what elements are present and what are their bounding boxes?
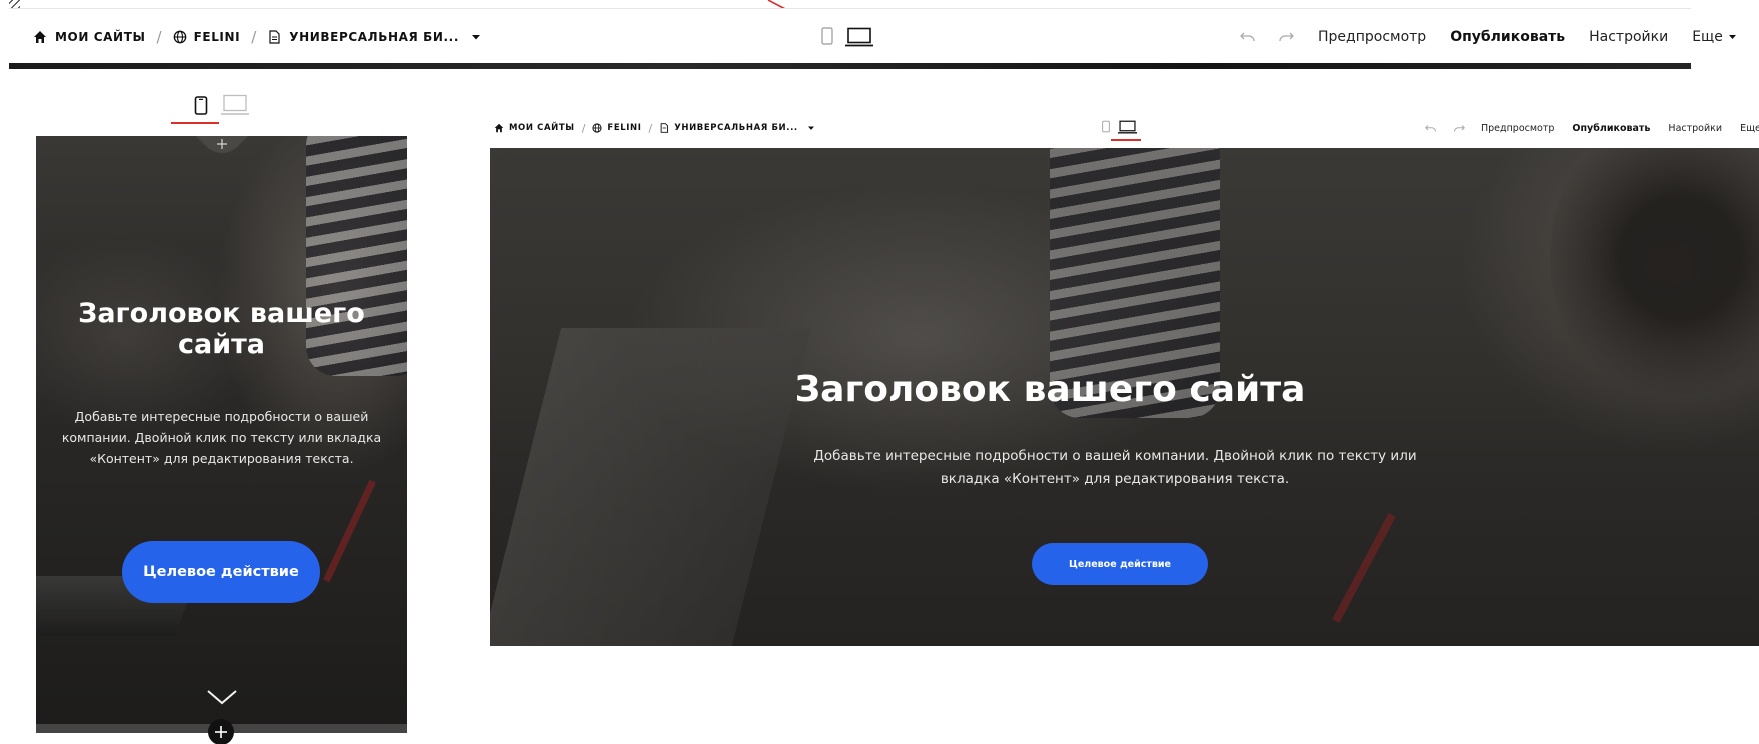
- add-section-bottom-icon[interactable]: [206, 718, 236, 744]
- background-hair: [1550, 148, 1759, 408]
- breadcrumb-my-sites[interactable]: МОИ САЙТЫ: [494, 123, 575, 133]
- redo-icon[interactable]: [1278, 31, 1294, 43]
- breadcrumb-label: МОИ САЙТЫ: [55, 29, 146, 44]
- active-device-indicator: [171, 122, 219, 124]
- chevron-down-icon: [1728, 34, 1736, 39]
- undo-icon[interactable]: [1425, 124, 1437, 133]
- desktop-site-preview: Заголовок вашего сайта Добавьте интересн…: [490, 148, 1759, 646]
- page-icon: [660, 123, 669, 133]
- background-pen: [323, 479, 376, 583]
- mobile-view-icon[interactable]: [821, 27, 833, 45]
- more-button[interactable]: Еще: [1740, 123, 1759, 134]
- mobile-view-icon[interactable]: [194, 96, 208, 115]
- home-icon: [494, 123, 504, 133]
- hero-description[interactable]: Добавьте интересные подробности о вашей …: [50, 406, 393, 469]
- breadcrumb-separator: /: [156, 27, 162, 46]
- settings-button[interactable]: Настройки: [1589, 29, 1668, 45]
- breadcrumb-label: УНИВЕРСАЛЬНАЯ БИ...: [289, 29, 459, 44]
- site-preview-edge: [9, 63, 1691, 69]
- publish-button[interactable]: Опубликовать: [1450, 29, 1565, 45]
- cta-button[interactable]: Целевое действие: [122, 541, 320, 603]
- cta-button[interactable]: Целевое действие: [1032, 543, 1208, 585]
- mobile-site-preview: Заголовок вашего сайта Добавьте интересн…: [36, 136, 407, 733]
- breadcrumb-site[interactable]: FELINI: [173, 30, 241, 44]
- globe-icon: [592, 123, 602, 133]
- breadcrumb-page[interactable]: УНИВЕРСАЛЬНАЯ БИ...: [659, 123, 815, 133]
- editor-toolbar: МОИ САЙТЫ / FELINI / УНИВЕРСАЛЬНАЯ БИ...…: [9, 8, 1736, 64]
- breadcrumb-label: FELINI: [193, 29, 241, 44]
- desktop-view-icon[interactable]: [221, 94, 249, 116]
- desktop-view-icon[interactable]: [1118, 120, 1137, 134]
- redo-icon[interactable]: [1453, 124, 1465, 133]
- hero-description[interactable]: Добавьте интересные подробности о вашей …: [785, 445, 1445, 491]
- hero-title[interactable]: Заголовок вашего сайта: [76, 298, 367, 360]
- breadcrumb-separator: /: [581, 121, 586, 135]
- desktop-editor-toolbar: МОИ САЙТЫ / FELINI / УНИВЕРСАЛЬНАЯ БИ...…: [490, 112, 1759, 144]
- add-section-top-icon[interactable]: [196, 136, 248, 156]
- breadcrumb-site[interactable]: FELINI: [592, 123, 641, 133]
- globe-icon: [173, 30, 186, 43]
- breadcrumb-label: FELINI: [607, 123, 642, 133]
- preview-button[interactable]: Предпросмотр: [1318, 29, 1426, 45]
- breadcrumb-my-sites[interactable]: МОИ САЙТЫ: [33, 30, 146, 44]
- breadcrumb: МОИ САЙТЫ / FELINI / УНИВЕРСАЛЬНАЯ БИ...: [33, 9, 481, 64]
- toolbar-actions: Предпросмотр Опубликовать Настройки Еще: [1240, 9, 1737, 64]
- breadcrumb-separator: /: [251, 27, 257, 46]
- breadcrumb-label: УНИВЕРСАЛЬНАЯ БИ...: [674, 123, 798, 133]
- chevron-down-icon[interactable]: [471, 33, 481, 41]
- page-icon: [269, 29, 280, 44]
- active-device-indicator: [1111, 139, 1141, 141]
- home-icon: [34, 30, 46, 43]
- settings-button[interactable]: Настройки: [1668, 123, 1722, 134]
- hero-title[interactable]: Заголовок вашего сайта: [720, 368, 1380, 412]
- preview-button[interactable]: Предпросмотр: [1481, 123, 1554, 134]
- chevron-down-icon[interactable]: [807, 125, 815, 131]
- undo-icon[interactable]: [1240, 31, 1256, 43]
- breadcrumb-page[interactable]: УНИВЕРСАЛЬНАЯ БИ...: [267, 30, 481, 44]
- more-button[interactable]: Еще: [1692, 29, 1723, 45]
- toolbar-actions: Предпросмотр Опубликовать Настройки Еще: [1425, 112, 1759, 144]
- scroll-down-chevron-icon[interactable]: [206, 688, 238, 706]
- breadcrumb: МОИ САЙТЫ / FELINI / УНИВЕРСАЛЬНАЯ БИ...: [494, 112, 815, 144]
- desktop-view-icon[interactable]: [845, 27, 873, 47]
- mobile-view-icon[interactable]: [1102, 120, 1110, 133]
- background-pen: [1332, 513, 1396, 623]
- breadcrumb-label: МОИ САЙТЫ: [509, 123, 575, 133]
- publish-button[interactable]: Опубликовать: [1572, 123, 1650, 134]
- breadcrumb-separator: /: [648, 121, 653, 135]
